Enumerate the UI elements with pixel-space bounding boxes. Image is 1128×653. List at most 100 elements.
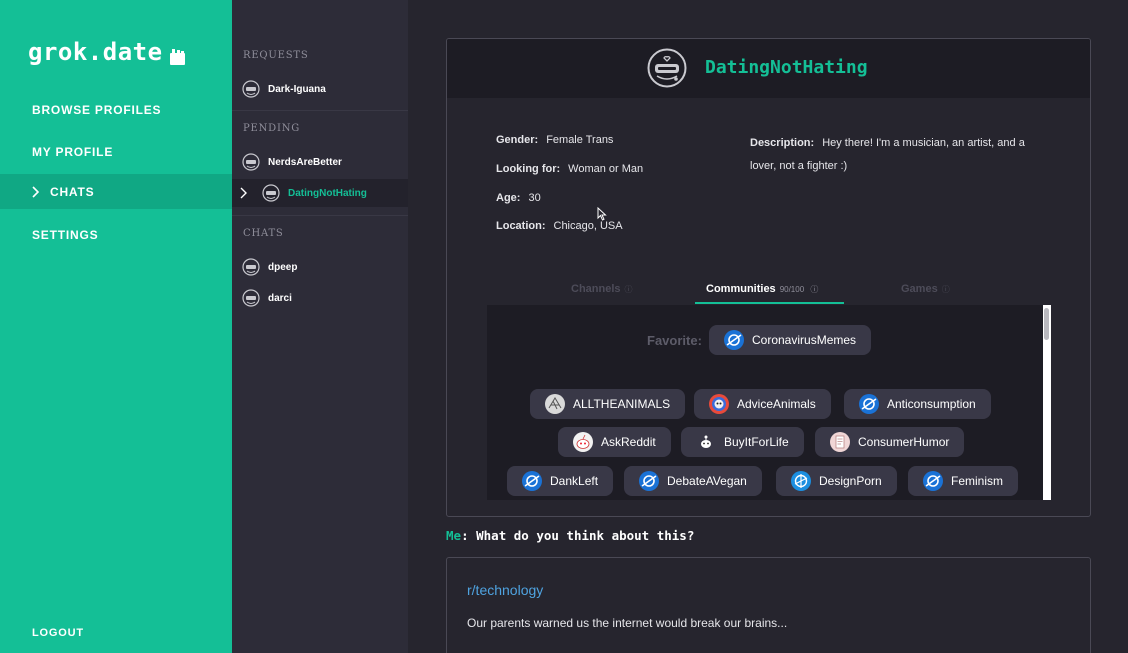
logout-link[interactable]: LOGOUT <box>32 627 84 639</box>
chat-name: Dark-Iguana <box>268 83 326 95</box>
chat-row-darci[interactable]: darci <box>232 284 408 312</box>
tab-games[interactable]: Games ⓘ <box>901 283 950 295</box>
planet-icon <box>639 471 659 491</box>
tab-games-label: Games <box>901 283 938 295</box>
info-icon[interactable]: ⓘ <box>808 285 818 294</box>
robot-avatar-icon <box>262 184 280 202</box>
section-divider <box>232 215 408 216</box>
receipt-icon <box>830 432 850 452</box>
profile-name: DatingNotHating <box>705 57 868 78</box>
chip-label: BuyItForLife <box>724 435 789 449</box>
community-chip[interactable]: ALLTHEANIMALS <box>530 389 686 419</box>
nav-chats[interactable]: CHATS <box>0 174 232 209</box>
chip-label: ALLTHEANIMALS <box>573 397 671 411</box>
age-value: 30 <box>528 192 541 204</box>
robot-avatar-icon <box>242 289 260 307</box>
logo-glyph-icon <box>169 44 187 65</box>
pending-section-label: PENDING <box>243 123 301 134</box>
community-chip[interactable]: BuyItForLife <box>681 427 804 457</box>
chip-label: DebateAVegan <box>667 474 747 488</box>
community-chip[interactable]: DebateAVegan <box>624 466 762 496</box>
chip-label: Anticonsumption <box>887 397 976 411</box>
description-label: Description: <box>750 137 815 149</box>
post-title: Our parents warned us the internet would… <box>467 616 788 630</box>
chat-list-panel: REQUESTS Dark-Iguana PENDING NerdsAreBet… <box>232 0 408 653</box>
community-chip[interactable]: DankLeft <box>507 466 614 496</box>
community-chip[interactable]: AskReddit <box>558 427 671 457</box>
mouse-cursor-icon <box>597 206 607 221</box>
gender-value: Female Trans <box>546 134 614 146</box>
tab-communities-label: Communities <box>706 283 776 295</box>
chat-name: DatingNotHating <box>288 187 367 199</box>
app-logo[interactable]: grok.date <box>28 38 187 66</box>
chat-name: dpeep <box>268 261 298 273</box>
gender-label: Gender: <box>496 134 539 146</box>
chip-label: CoronavirusMemes <box>752 333 857 347</box>
age-field: Age: 30 <box>496 192 541 204</box>
rainbow-face-icon <box>709 394 729 414</box>
community-chip[interactable]: AdviceAnimals <box>694 389 831 419</box>
gender-field: Gender: Female Trans <box>496 134 613 146</box>
chat-name: darci <box>268 292 292 304</box>
planet-icon <box>522 471 542 491</box>
communities-panel: Favorite: CoronavirusMemes ALLTHEANIMALS… <box>487 305 1051 500</box>
community-chip[interactable]: DesignPorn <box>776 466 897 496</box>
main-nav: grok.date BROWSE PROFILES MY PROFILE CHA… <box>0 0 232 653</box>
community-chip[interactable]: Anticonsumption <box>844 389 991 419</box>
tab-communities-count: 90/100 <box>779 285 805 294</box>
active-tab-indicator <box>695 302 844 304</box>
looking-for-field: Looking for: Woman or Man <box>496 163 643 175</box>
chat-row-nerds-are-better[interactable]: NerdsAreBetter <box>232 148 408 176</box>
nav-browse-profiles[interactable]: BROWSE PROFILES <box>0 93 232 127</box>
chip-label: Feminism <box>951 474 1004 488</box>
planet-icon <box>859 394 879 414</box>
snoo-head-icon <box>573 432 593 452</box>
chat-row-dating-not-hating[interactable]: DatingNotHating <box>232 179 408 207</box>
favorite-label: Favorite: <box>647 333 702 348</box>
location-label: Location: <box>496 220 546 232</box>
scrollbar-thumb[interactable] <box>1044 308 1049 340</box>
post-subreddit-link[interactable]: r/technology <box>467 582 543 598</box>
chip-label: AskReddit <box>601 435 656 449</box>
chevron-right-icon <box>240 187 250 199</box>
community-chip[interactable]: ConsumerHumor <box>815 427 965 457</box>
profile-header: DatingNotHating <box>447 39 1090 98</box>
message-text: : What do you think about this? <box>461 528 695 543</box>
community-chip[interactable]: Feminism <box>908 466 1019 496</box>
planet-icon <box>724 330 744 350</box>
info-icon: ⓘ <box>624 285 633 294</box>
robot-avatar-icon <box>242 153 260 171</box>
chat-row-dpeep[interactable]: dpeep <box>232 253 408 281</box>
nav-my-profile-label: MY PROFILE <box>32 145 114 159</box>
nav-chats-label: CHATS <box>50 184 95 199</box>
app-logo-text: grok.date <box>28 38 163 66</box>
chevron-right-icon <box>32 185 42 198</box>
looking-for-label: Looking for: <box>496 163 561 175</box>
message-sender: Me <box>446 528 462 543</box>
chat-message: Me: What do you think about this? <box>446 528 694 543</box>
chat-row-dark-iguana[interactable]: Dark-Iguana <box>232 75 408 103</box>
snoo-icon <box>696 432 716 452</box>
chat-name: NerdsAreBetter <box>268 156 342 168</box>
nav-my-profile[interactable]: MY PROFILE <box>0 135 232 169</box>
tab-channels[interactable]: Channels ⓘ <box>571 283 633 295</box>
requests-section-label: REQUESTS <box>243 50 309 61</box>
robot-avatar-icon <box>647 48 687 88</box>
animal-sketch-icon <box>545 394 565 414</box>
chip-label: ConsumerHumor <box>858 435 950 449</box>
location-value: Chicago, USA <box>553 220 623 232</box>
design-swirl-icon <box>791 471 811 491</box>
shared-post-card[interactable]: r/technology Our parents warned us the i… <box>446 557 1091 653</box>
profile-card: DatingNotHating Gender: Female Trans Look… <box>446 38 1091 517</box>
favorite-community-chip[interactable]: CoronavirusMemes <box>709 325 872 355</box>
section-divider <box>232 110 408 111</box>
chip-label: DesignPorn <box>819 474 882 488</box>
age-label: Age: <box>496 192 521 204</box>
communities-scrollbar[interactable] <box>1043 305 1051 500</box>
description-field: Description: Hey there! I'm a musician, a… <box>750 132 1050 178</box>
nav-settings[interactable]: SETTINGS <box>0 218 232 252</box>
location-field: Location: Chicago, USA <box>496 220 623 232</box>
tab-communities[interactable]: Communities 90/100 ⓘ <box>706 283 818 295</box>
tab-channels-label: Channels <box>571 283 621 295</box>
robot-avatar-icon <box>242 80 260 98</box>
